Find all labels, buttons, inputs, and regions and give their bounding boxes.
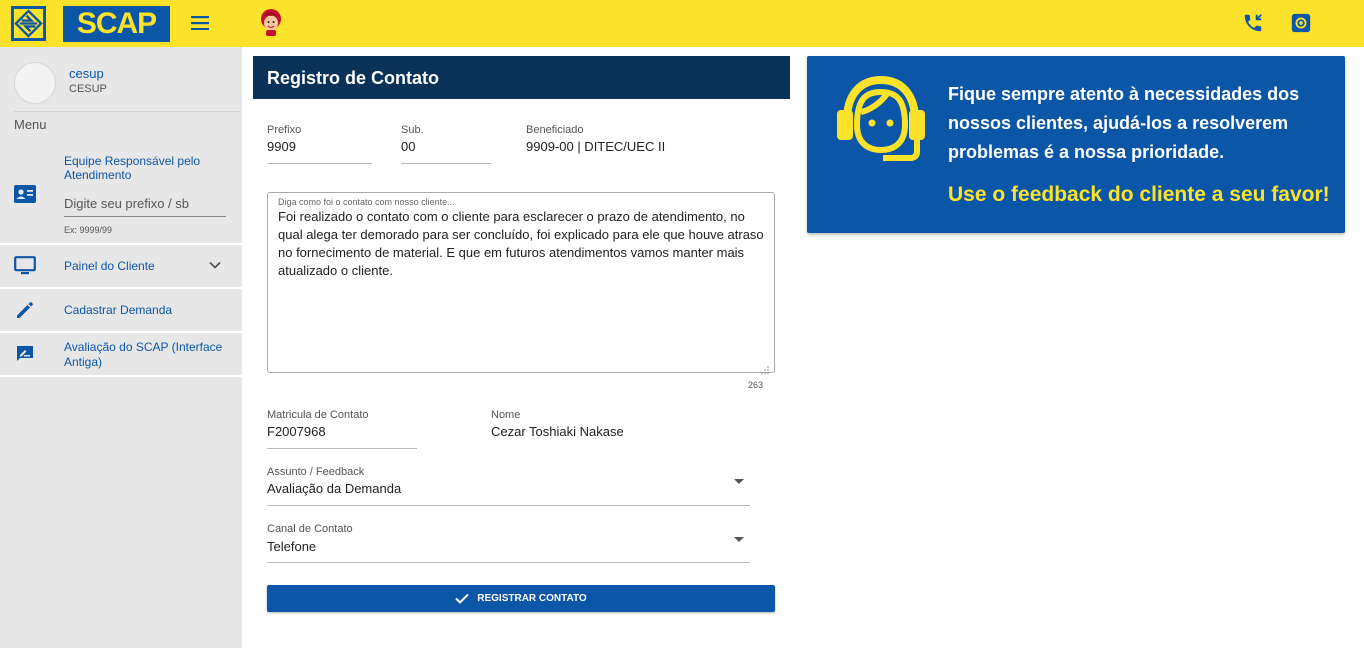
sidebar-item-avaliacao-scap[interactable]: Avaliação do SCAP (Interface Antiga) — [0, 333, 242, 375]
matricula-field[interactable]: F2007968 — [267, 424, 326, 439]
headset-support-icon — [835, 70, 927, 162]
gear-icon[interactable] — [1289, 11, 1313, 35]
sidebar-item-label: Painel do Cliente — [64, 259, 155, 273]
user-name: cesup — [69, 66, 104, 81]
textarea-label: Diga como foi o contato com nosso client… — [278, 197, 455, 207]
textarea-text[interactable]: Foi realizado o contato com o cliente pa… — [278, 208, 768, 280]
sidebar-item-painel-do-cliente[interactable]: Painel do Cliente — [0, 245, 242, 287]
canal-underline — [267, 562, 750, 563]
form-title: Registro de Contato — [253, 56, 790, 99]
dropdown-arrow-icon[interactable] — [734, 537, 744, 542]
contact-card-icon — [14, 183, 36, 205]
char-count: 263 — [748, 380, 764, 390]
monitor-icon — [14, 255, 36, 277]
equipe-label: Equipe Responsável pelo Atendimento — [64, 154, 201, 182]
matricula-label: Matricula de Contato — [267, 409, 369, 421]
sub-label: Sub. — [401, 124, 424, 136]
phone-icon[interactable] — [1241, 11, 1265, 35]
assunto-select[interactable]: Avaliação da Demanda — [267, 481, 401, 496]
canal-label: Canal de Contato — [267, 523, 353, 535]
banner-text: Fique sempre atento à necessidades dos n… — [948, 84, 1300, 162]
avatar[interactable] — [14, 62, 56, 104]
register-contact-button[interactable]: REGISTRAR CONTATO — [267, 585, 775, 612]
sidebar: cesup CESUP Menu Equipe Responsável pelo… — [0, 47, 242, 648]
top-bar: SCAP — [0, 0, 1364, 47]
dropdown-arrow-icon[interactable] — [734, 479, 744, 484]
pencil-icon — [14, 299, 36, 321]
sub-field[interactable]: 00 — [401, 139, 415, 154]
check-icon — [455, 593, 469, 604]
assunto-label: Assunto / Feedback — [267, 466, 365, 478]
prefix-hint: Ex: 9999/99 — [64, 225, 113, 235]
divider — [14, 111, 240, 112]
scap-logo[interactable]: SCAP — [63, 6, 170, 42]
menu-label: Menu — [14, 117, 47, 132]
beneficiado-label: Beneficiado — [526, 124, 584, 136]
rate-review-icon — [14, 343, 36, 365]
prefixo-field[interactable]: 9909 — [267, 139, 296, 154]
sub-underline — [401, 163, 491, 164]
assunto-underline — [267, 505, 750, 506]
prefixo-underline — [267, 163, 372, 164]
beneficiado-value: 9909-00 | DITEC/UEC II — [526, 139, 666, 154]
bb-logo-icon[interactable] — [11, 6, 46, 41]
canal-select[interactable]: Telefone — [267, 539, 316, 554]
register-contact-label: REGISTRAR CONTATO — [477, 593, 587, 604]
mascot-icon[interactable] — [258, 8, 284, 36]
chevron-down-icon[interactable] — [206, 256, 224, 274]
prefixo-label: Prefixo — [267, 124, 302, 136]
sidebar-item-label: Cadastrar Demanda — [64, 303, 173, 317]
nome-value: Cezar Toshiaki Nakase — [491, 424, 624, 439]
user-org: CESUP — [69, 83, 107, 95]
contact-description-textarea[interactable]: Diga como foi o contato com nosso client… — [267, 192, 775, 374]
sidebar-item-label: Avaliação do SCAP (Interface Antiga) — [64, 340, 223, 369]
divider — [0, 375, 242, 377]
resize-handle-icon[interactable] — [761, 361, 769, 374]
banner-cta: Use o feedback do cliente a seu favor! — [948, 183, 1330, 206]
info-banner: Fique sempre atento à necessidades dos n… — [807, 56, 1345, 233]
menu-icon[interactable] — [187, 10, 213, 36]
prefix-input[interactable] — [64, 191, 226, 217]
sidebar-item-cadastrar-demanda[interactable]: Cadastrar Demanda — [0, 289, 242, 331]
matricula-underline — [267, 448, 417, 449]
nome-label: Nome — [491, 409, 521, 421]
